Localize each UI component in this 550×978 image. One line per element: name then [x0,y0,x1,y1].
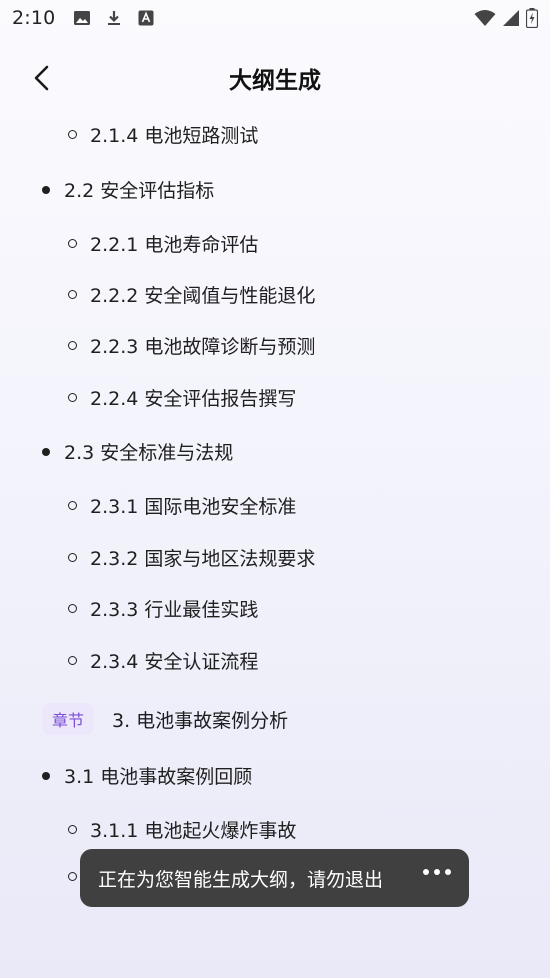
outline-item-text: 2.2 安全评估指标 [64,180,215,202]
ring-bullet-icon [68,604,77,613]
outline-item: 2.2.3 电池故障诊断与预测 [0,332,315,359]
signal-icon [503,10,519,26]
outline-item-text: 2.2.4 安全评估报告撰写 [90,388,297,410]
outline-item: 2.2 安全评估指标 [0,176,214,203]
outline-item: 2.2.4 安全评估报告撰写 [0,384,296,411]
outline-item: 2.3.3 行业最佳实践 [0,595,258,622]
status-icons-left [73,9,155,27]
ring-bullet-icon [68,239,77,248]
outline-item: 3.1 电池事故案例回顾 [0,762,252,789]
ring-bullet-icon [68,553,77,562]
outline-item-text: 2.2.2 安全阈值与性能退化 [90,285,316,307]
outline-item-text: 3.1.1 电池起火爆炸事故 [90,820,297,842]
ring-bullet-icon [68,871,77,881]
outline-item-text: 2.3 安全标准与法规 [64,442,234,464]
outline-item: 2.3.2 国家与地区法规要求 [0,544,315,571]
outline-item: 2.3.1 国际电池安全标准 [0,492,296,519]
outline-item-text: 2.2.3 电池故障诊断与预测 [90,336,316,358]
outline-item-text: 2.2.1 电池寿命评估 [90,234,259,256]
outline-item-text: 2.1.4 电池短路测试 [90,125,259,147]
outline-item-text: 2.3.3 行业最佳实践 [90,599,259,621]
more-dots-icon [423,869,451,875]
page-title: 大纲生成 [229,68,321,94]
outline-item: 3.1.1 电池起火爆炸事故 [0,816,296,843]
font-icon [138,10,154,26]
chapter-row: 章节 3. 电池事故案例分析 [0,703,288,735]
ring-bullet-icon [68,393,77,402]
wifi-icon [474,10,496,26]
ring-bullet-icon [68,656,77,665]
outline-item-text: 3.1 电池事故案例回顾 [64,766,253,788]
dot-bullet-icon [42,185,50,194]
ring-bullet-icon [68,501,77,510]
ring-bullet-icon [68,825,77,834]
outline-item: 2.3 安全标准与法规 [0,438,233,465]
outline-item: 2.3.4 安全认证流程 [0,647,258,674]
outline-item: 2.1.4 电池短路测试 [0,121,258,148]
outline-item-text: 2.3.4 安全认证流程 [90,651,259,673]
ring-bullet-icon [68,130,77,139]
outline-item: 2.2.2 安全阈值与性能退化 [0,281,315,308]
image-icon [74,11,91,25]
download-icon [108,11,121,25]
chevron-left-icon [34,65,49,91]
outline-item: 2.2.1 电池寿命评估 [0,230,258,257]
ring-bullet-icon [68,341,77,350]
outline-item-text: 2.3.1 国际电池安全标准 [90,496,297,518]
ring-bullet-icon [68,290,77,299]
back-button[interactable] [26,62,58,94]
generating-toast: 正在为您智能生成大纲，请勿退出 [80,849,469,907]
battery-charging-icon [526,8,538,28]
chapter-tag: 章节 [42,703,95,735]
status-time: 2:10 [12,7,56,29]
chapter-title: 3. 电池事故案例分析 [112,709,289,732]
dot-bullet-icon [42,447,50,456]
outline-item-text: 2.3.2 国家与地区法规要求 [90,548,316,570]
app-header: 大纲生成 [0,56,550,100]
status-bar: 2:10 [0,0,550,36]
toast-message: 正在为您智能生成大纲，请勿退出 [98,868,384,891]
dot-bullet-icon [42,771,50,780]
status-icons-right [474,8,538,28]
